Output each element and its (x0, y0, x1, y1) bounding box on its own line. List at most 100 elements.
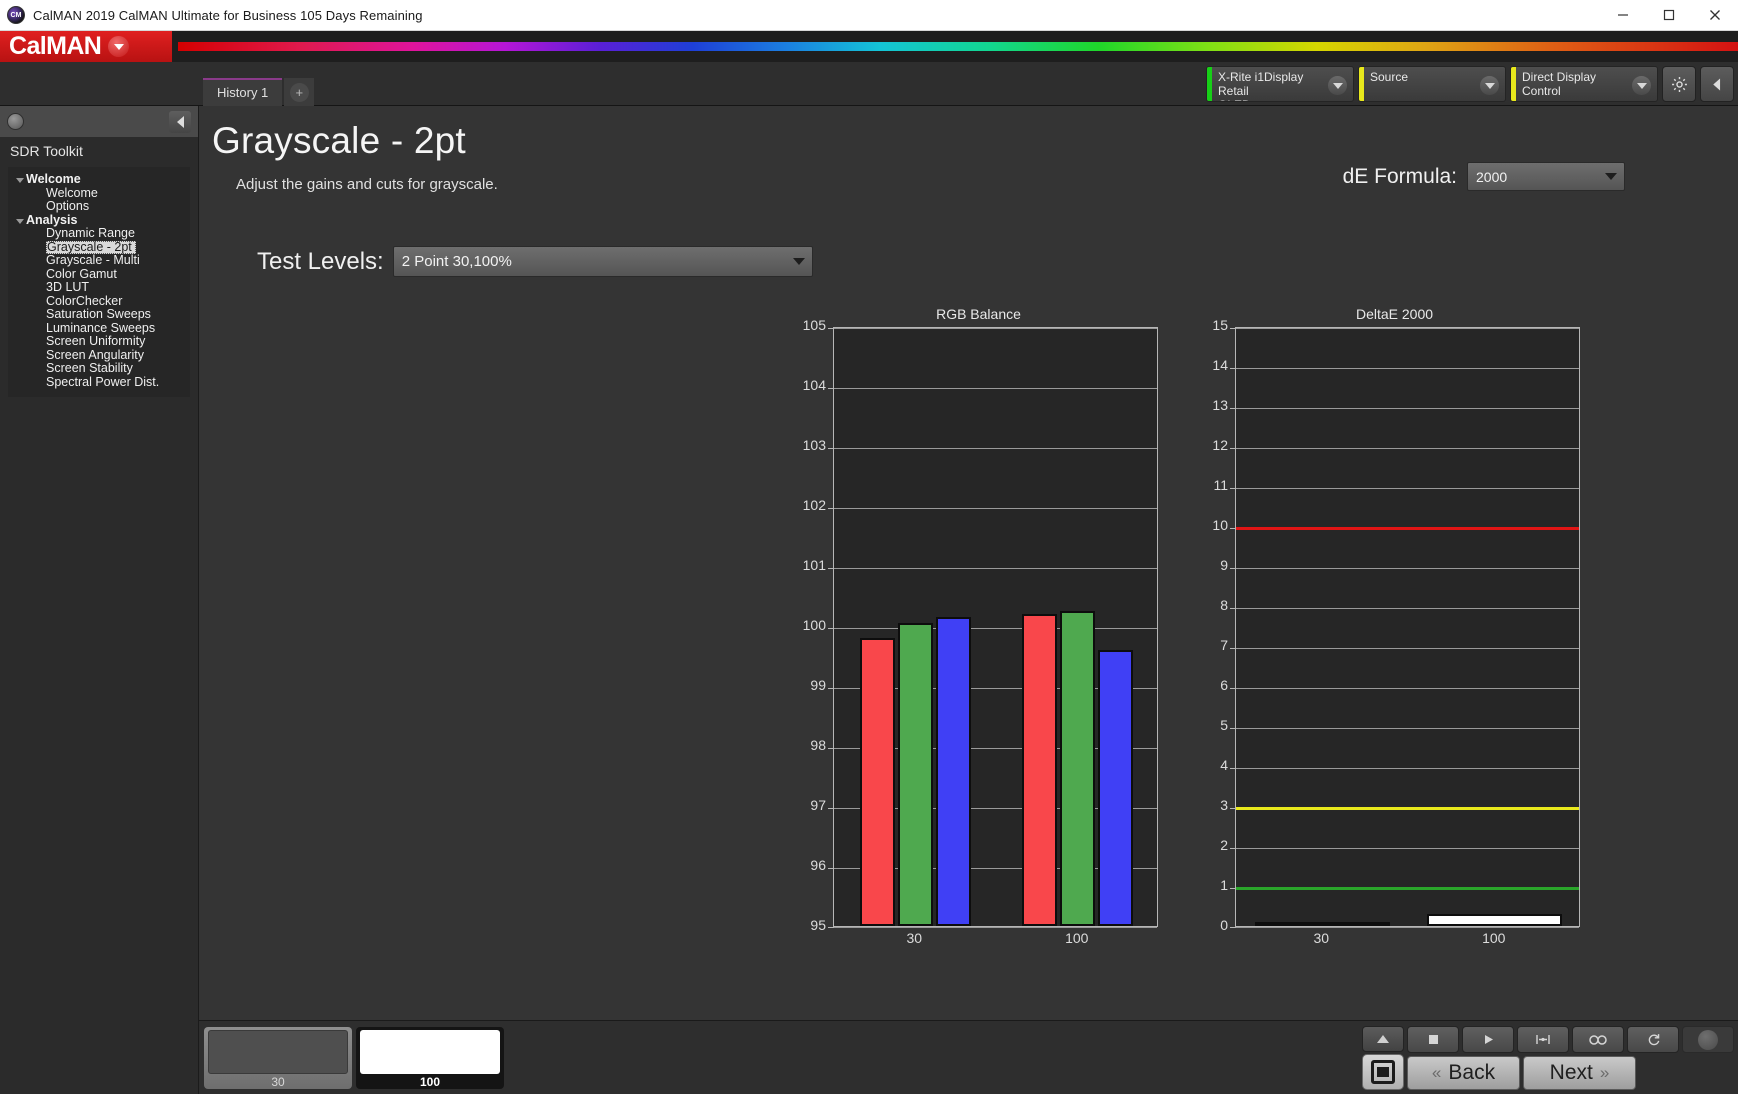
source-selector[interactable]: Source (1358, 66, 1506, 102)
sidebar-item-label: Welcome (46, 185, 98, 200)
chevron-down-icon[interactable] (108, 36, 130, 57)
sidebar-title: SDR Toolkit (0, 137, 198, 167)
sidebar-item-label: Options (46, 199, 90, 214)
close-button[interactable] (1692, 0, 1738, 31)
sidebar-item-label: Color Gamut (46, 266, 117, 281)
x-tick-label: 30 (906, 930, 923, 946)
sidebar-item-screen-uniformity[interactable]: Screen Uniformity (8, 335, 190, 349)
y-tick-mark (1230, 368, 1236, 369)
patch-swatch-100[interactable]: 100 (356, 1026, 504, 1089)
bar-de2000-30 (1254, 922, 1390, 926)
refresh-icon[interactable] (1627, 1026, 1679, 1053)
y-tick-mark (828, 688, 834, 689)
sidebar-item-color-gamut[interactable]: Color Gamut (8, 266, 190, 282)
x-axis-labels: 30 100 (833, 927, 1158, 947)
display-control-selector[interactable]: Direct Display Control (1510, 66, 1658, 102)
window-title: CalMAN 2019 CalMAN Ultimate for Business… (33, 7, 423, 23)
test-levels-select[interactable]: 2 Point 30,100% (392, 246, 813, 277)
sidebar-item-analysis[interactable]: Analysis (8, 212, 190, 228)
gridline (834, 388, 1157, 389)
sidebar-item-saturation-sweeps[interactable]: Saturation Sweeps (8, 308, 190, 322)
de-formula-select[interactable]: 2000 (1467, 162, 1625, 191)
sidebar-item-welcome[interactable]: Welcome (8, 173, 190, 187)
session-dot-icon[interactable] (7, 113, 24, 130)
sidebar-item-luminance-sweeps[interactable]: Luminance Sweeps (8, 320, 190, 336)
chevron-down-icon[interactable] (1480, 76, 1499, 95)
y-tick-label: 5 (1220, 716, 1228, 733)
measure-button-column (1362, 1026, 1404, 1090)
de-formula-label: dE Formula: (1342, 164, 1457, 188)
target-inner (1371, 1060, 1395, 1084)
meter-position-icon[interactable] (1517, 1026, 1569, 1053)
chevron-down-icon[interactable] (1632, 76, 1651, 95)
patch-swatch-30[interactable]: 30 (204, 1026, 352, 1089)
sidebar-item-spectral-power-dist[interactable]: Spectral Power Dist. (8, 375, 190, 390)
sidebar-item-label: Screen Stability (46, 361, 133, 376)
continuous-icon[interactable] (1572, 1026, 1624, 1053)
stop-icon[interactable] (1407, 1026, 1459, 1053)
brand-bar: CalMAN (0, 31, 1738, 62)
de-formula-value: 2000 (1476, 168, 1508, 185)
sidebar-item-welcome[interactable]: Welcome (8, 185, 190, 201)
rainbow-divider (178, 42, 1738, 51)
toolbar: History 1 + X-Rite i1Display Retail OLED… (0, 62, 1738, 106)
patch-color (360, 1029, 500, 1074)
play-icon[interactable] (1462, 1026, 1514, 1053)
y-tick-label: 14 (1212, 356, 1228, 373)
sidebar-item-dynamic-range[interactable]: Dynamic Range (8, 227, 190, 241)
target-square-icon[interactable] (1362, 1054, 1404, 1090)
y-tick-mark (828, 748, 834, 749)
gridline (1236, 768, 1579, 769)
chevron-up-icon[interactable] (1362, 1026, 1404, 1052)
y-tick-mark (828, 448, 834, 449)
settings-button[interactable] (1662, 66, 1696, 102)
y-tick-mark (1230, 688, 1236, 689)
sidebar-item-options[interactable]: Options (8, 200, 190, 214)
meter-selector[interactable]: X-Rite i1Display Retail OLED (1206, 66, 1354, 102)
y-tick-label: 7 (1220, 636, 1228, 653)
sidebar-item-3d-lut[interactable]: 3D LUT (8, 281, 190, 295)
y-tick-mark (828, 868, 834, 869)
sidebar-item-grayscale-2pt[interactable]: Grayscale - 2pt (46, 240, 136, 254)
brand-menu-button[interactable]: CalMAN (0, 31, 172, 62)
sidebar-header (0, 106, 198, 137)
sidebar-collapse-button[interactable] (169, 110, 191, 133)
green-threshold (1236, 887, 1579, 890)
sidebar-item-label: Welcome (26, 172, 81, 187)
y-tick-label: 99 (810, 676, 826, 693)
y-tick-label: 3 (1220, 796, 1228, 813)
back-label: Back (1448, 1061, 1496, 1084)
sidebar-item-label: Screen Uniformity (46, 334, 146, 349)
y-tick-label: 97 (810, 796, 826, 813)
gridline (1236, 728, 1579, 729)
toolbar-collapse-button[interactable] (1700, 66, 1734, 102)
de-formula-group: dE Formula: 2000 (1343, 162, 1625, 191)
y-tick-mark (1230, 648, 1236, 649)
y-axis-labels: 0 1 2 3 4 5 6 7 8 9 10 11 12 13 14 15 (1209, 317, 1235, 933)
tab-history-1[interactable]: History 1 (203, 77, 283, 106)
brand-name: CalMAN (9, 32, 102, 60)
minimize-button[interactable] (1600, 0, 1646, 31)
gridline (1236, 648, 1579, 649)
gridline (1236, 408, 1579, 409)
sidebar-item-label: Analysis (26, 212, 78, 227)
sidebar-item-label: Luminance Sweeps (46, 320, 156, 335)
add-tab-button[interactable]: + (284, 77, 315, 106)
maximize-button[interactable] (1646, 0, 1692, 31)
y-tick-label: 11 (1213, 476, 1228, 493)
sidebar-item-screen-stability[interactable]: Screen Stability (8, 362, 190, 376)
gridline (834, 328, 1157, 329)
chevron-left-icon (1712, 78, 1720, 90)
knob-icon[interactable] (1682, 1026, 1734, 1053)
measure-controls-row (1407, 1026, 1734, 1053)
chevron-down-icon[interactable] (1328, 76, 1347, 95)
sidebar-item-grayscale-multi[interactable]: Grayscale - Multi (8, 254, 190, 268)
sidebar-item-screen-angularity[interactable]: Screen Angularity (8, 348, 190, 363)
y-tick-label: 8 (1220, 596, 1228, 613)
patch-color (208, 1029, 348, 1074)
y-axis-labels: 95 96 97 98 99 100 101 102 103 104 105 (799, 317, 833, 933)
next-button[interactable]: Next » (1523, 1056, 1636, 1090)
back-button[interactable]: « Back (1407, 1056, 1520, 1090)
chart-title: DeltaE 2000 (1355, 306, 1434, 322)
sidebar-item-colorchecker[interactable]: ColorChecker (8, 294, 190, 309)
